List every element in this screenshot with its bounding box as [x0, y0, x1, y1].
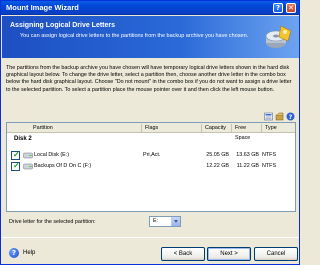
partition-type: NTFS	[262, 163, 277, 169]
wizard-header: Assigning Logical Drive Letters You can …	[2, 16, 299, 58]
header-description: You can assign logical drive letters to …	[20, 33, 249, 39]
help-icon[interactable]: ?	[9, 248, 19, 258]
title-bar[interactable]: Mount Image Wizard ? ✕	[1, 1, 299, 15]
column-divider[interactable]	[231, 124, 232, 132]
partition-checkbox[interactable]	[11, 149, 20, 160]
disk-wizard-icon	[265, 25, 292, 48]
disk-properties-icon[interactable]	[275, 112, 284, 121]
column-header-flags[interactable]: Flags	[142, 123, 202, 133]
column-divider[interactable]	[201, 124, 202, 132]
drive-letter-label: Drive letter for the selected partition:	[9, 219, 96, 225]
column-header-capacity[interactable]: Capacity	[202, 123, 232, 133]
footer-divider	[2, 237, 299, 238]
svg-text:?: ?	[289, 114, 293, 121]
intro-text: The partitions from the backup archive y…	[6, 65, 292, 93]
title-help-button[interactable]: ?	[273, 3, 283, 13]
partition-free-space: 13.63 GB	[236, 152, 259, 158]
partition-table: Partition Flags Capacity Free Space Type…	[6, 122, 296, 212]
drive-letter-combobox[interactable]: E:	[149, 216, 181, 227]
column-header-free-space[interactable]: Free Space	[232, 123, 262, 141]
help-icon[interactable]: ?	[286, 112, 295, 121]
close-button[interactable]: ✕	[286, 3, 296, 13]
next-button[interactable]: Next >	[207, 247, 251, 261]
column-divider[interactable]	[141, 124, 142, 132]
hard-disk-icon	[23, 152, 33, 159]
table-row[interactable]: Backups Of D On C (F:) 12.22 GB 11.22 GB…	[7, 160, 295, 172]
partition-checkbox[interactable]	[11, 160, 20, 171]
back-button[interactable]: < Back	[161, 247, 205, 261]
column-header-partition[interactable]: Partition	[7, 123, 142, 133]
table-row[interactable]: Local Disk (E:) Pri,Act. 25.05 GB 13.63 …	[7, 149, 295, 161]
layout-toolbar: ?	[246, 112, 296, 122]
view-toggle-icon[interactable]	[264, 112, 273, 121]
disk-group-label: Disk 2	[14, 136, 32, 142]
partition-capacity: 25.05 GB	[206, 152, 229, 158]
partition-free-space: 11.22 GB	[236, 163, 259, 169]
column-header-type[interactable]: Type	[262, 123, 295, 133]
cancel-button[interactable]: Cancel	[254, 247, 298, 261]
partition-name: Backups Of D On C (F:)	[34, 163, 92, 169]
partition-flags: Pri,Act.	[143, 152, 161, 158]
column-divider[interactable]	[261, 124, 262, 132]
header-title: Assigning Logical Drive Letters	[10, 22, 116, 29]
window-title: Mount Image Wizard	[6, 3, 79, 12]
mount-image-wizard-window: Mount Image Wizard ? ✕ Assigning Logical…	[0, 0, 300, 265]
drive-letter-value: E:	[153, 218, 159, 224]
partition-capacity: 12.22 GB	[206, 163, 229, 169]
partition-type: NTFS	[262, 152, 277, 158]
help-link[interactable]: Help	[23, 250, 35, 256]
hard-disk-icon	[23, 163, 33, 170]
partition-name: Local Disk (E:)	[34, 152, 70, 158]
chevron-down-icon[interactable]	[171, 217, 180, 226]
